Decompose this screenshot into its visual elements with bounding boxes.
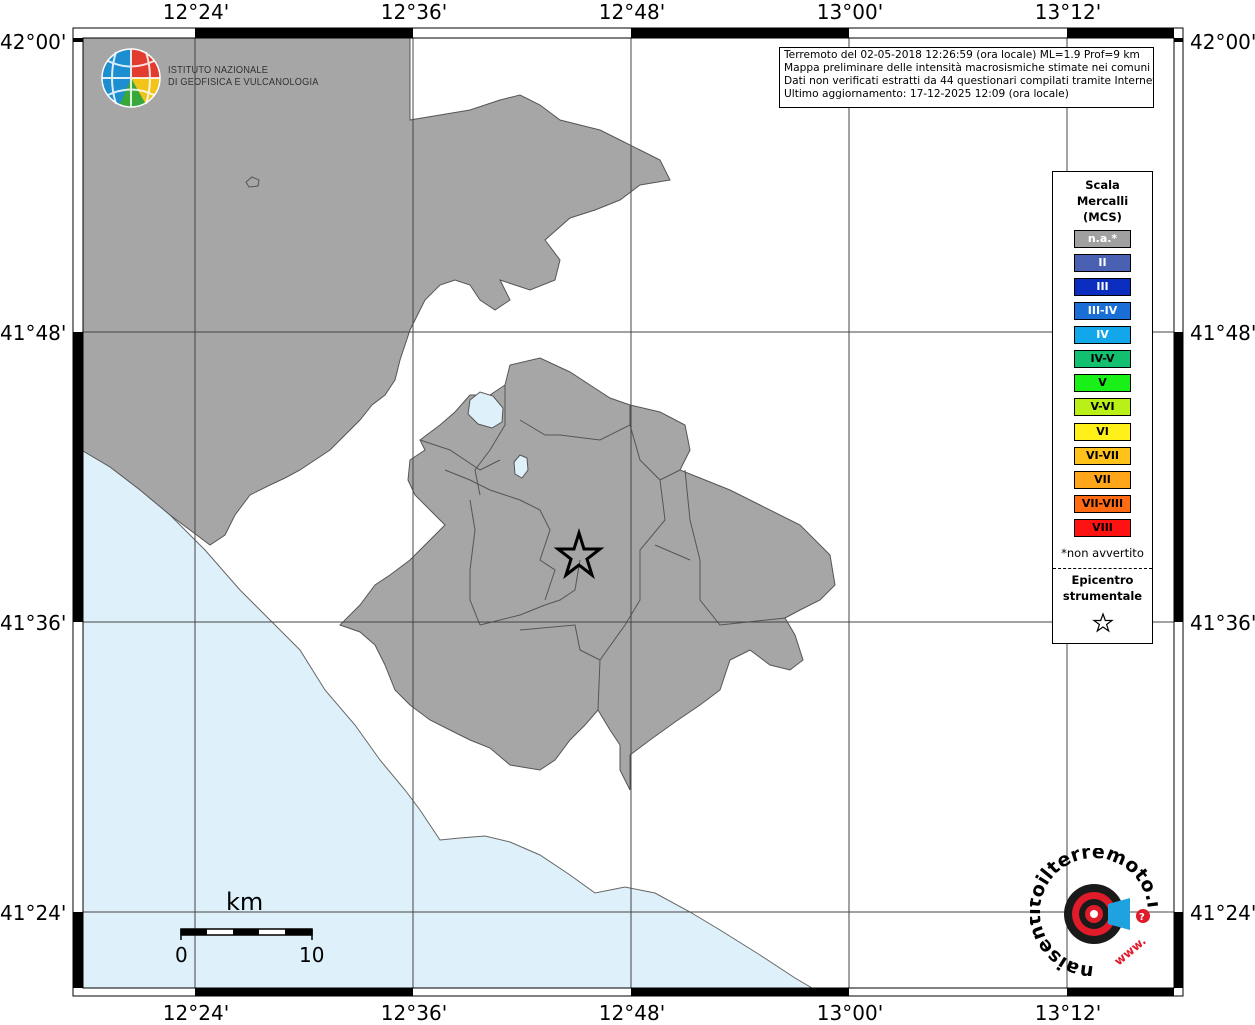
legend-divider [1053, 568, 1152, 569]
lat-label-right: 41°36' [1190, 611, 1255, 635]
legend-item-iv-v: IV-V [1074, 350, 1131, 368]
legend-item-vi: VI [1074, 423, 1131, 441]
legend-epicenter-line1: Epicentro [1071, 573, 1134, 587]
haisentito-url: www. [1111, 934, 1148, 969]
legend-item-na: n.a.* [1074, 230, 1131, 248]
legend-title-line1: Scala [1085, 178, 1120, 192]
lat-label-right: 41°24' [1190, 901, 1255, 925]
lon-label-bottom: 12°24' [162, 1001, 230, 1025]
scale-unit-label: km [226, 888, 264, 916]
legend-item-vi-vii: VI-VII [1074, 447, 1131, 465]
legend-item-vii: VII [1074, 471, 1131, 489]
ingv-logo: ISTITUTO NAZIONALE DI GEOFISICA E VULCAN… [100, 46, 318, 110]
legend-item-iii: III [1074, 278, 1131, 296]
lon-label-bottom: 13°12' [1034, 1001, 1102, 1025]
scale-end-label: 10 [299, 943, 325, 967]
legend-note: *non avvertito [1061, 546, 1144, 560]
lon-label-top: 12°48' [598, 0, 666, 24]
haisentito-logo-graphic: haisentitoilterremoto.it ? www. [1023, 831, 1165, 983]
info-line-updated: Ultimo aggiornamento: 17-12-2025 12:09 (… [784, 88, 1069, 100]
lon-label-top: 13°12' [1034, 0, 1102, 24]
ingv-name-line2: DI GEOFISICA E VULCANOLOGIA [168, 76, 319, 88]
lat-label-right: 41°48' [1190, 321, 1255, 345]
earthquake-info-box: Terremoto del 02-05-2018 12:26:59 (ora l… [779, 47, 1154, 108]
legend-item-v-vi: V-VI [1074, 398, 1131, 416]
legend-item-iii-iv: III-IV [1074, 302, 1131, 320]
legend-item-vii-viii: VII-VIII [1074, 495, 1131, 513]
svg-text:?: ? [1139, 912, 1145, 923]
info-line-data-source: Dati non verificati estratti da 44 quest… [784, 75, 1154, 87]
ingv-name: ISTITUTO NAZIONALE DI GEOFISICA E VULCAN… [168, 64, 319, 88]
lat-label-left: 42°00' [0, 30, 67, 54]
haisentito-logo: haisentitoilterremoto.it ? www. [1023, 831, 1165, 983]
legend-title-line2: Mercalli [1076, 194, 1129, 208]
scale-start-label: 0 [175, 943, 188, 967]
lat-label-left: 41°36' [0, 611, 67, 635]
ingv-globe-icon [101, 48, 161, 108]
lon-label-bottom: 12°48' [598, 1001, 666, 1025]
lon-label-bottom: 12°36' [380, 1001, 448, 1025]
mcs-legend: Scala Mercalli (MCS) n.a.* II III III-IV… [1052, 171, 1153, 644]
lon-label-top: 12°24' [162, 0, 230, 24]
legend-title-line3: (MCS) [1083, 210, 1122, 224]
info-line-event: Terremoto del 02-05-2018 12:26:59 (ora l… [784, 49, 1140, 61]
lat-label-right: 42°00' [1190, 30, 1255, 54]
ingv-name-line1: ISTITUTO NAZIONALE [168, 64, 269, 76]
legend-star-icon [1092, 612, 1114, 633]
legend-epicenter-label: Epicentro strumentale [1053, 572, 1152, 604]
municipalities-area [339, 357, 836, 791]
lat-label-left: 41°48' [0, 321, 67, 345]
lat-label-left: 41°24' [0, 901, 67, 925]
legend-item-ii: II [1074, 254, 1131, 272]
legend-item-iv: IV [1074, 326, 1131, 344]
lon-label-top: 12°36' [380, 0, 448, 24]
legend-item-v: V [1074, 374, 1131, 392]
legend-epicenter-line2: strumentale [1062, 589, 1143, 603]
lon-label-top: 13°00' [816, 0, 884, 24]
info-line-description: Mappa preliminare delle intensità macros… [784, 62, 1151, 74]
legend-item-viii: VIII [1074, 519, 1131, 537]
legend-title: Scala Mercalli (MCS) [1053, 177, 1152, 225]
lon-label-bottom: 13°00' [816, 1001, 884, 1025]
